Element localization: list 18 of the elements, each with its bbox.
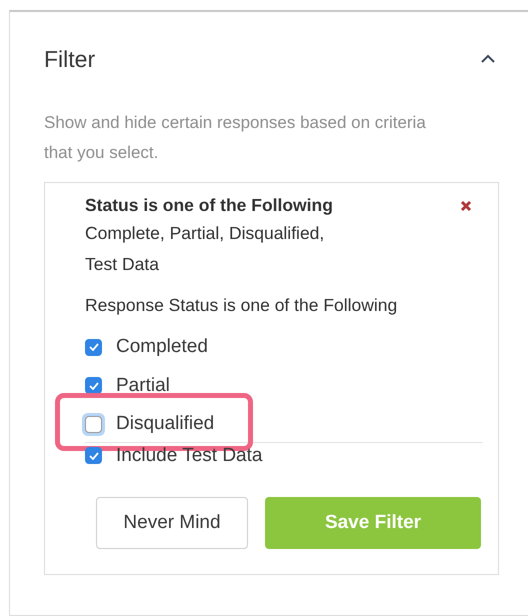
checkbox-label: Partial (116, 374, 170, 397)
checkbox-label: Completed (116, 336, 208, 358)
filter-summary: Complete, Partial, Disqualified, Test Data (85, 222, 326, 276)
checkbox[interactable] (85, 377, 102, 394)
panel-description: Show and hide certain responses based on criteria that you select. (44, 112, 427, 164)
remove-icon[interactable] (460, 200, 472, 212)
check-icon (88, 452, 98, 460)
checkbox[interactable] (85, 447, 102, 464)
panel-title: Filter (44, 46, 96, 72)
checkbox[interactable] (85, 338, 102, 356)
collapse-chevron-icon[interactable] (480, 54, 496, 64)
check-icon (88, 382, 98, 390)
filter-title: Status is one of the Following (85, 195, 333, 216)
check-icon (88, 343, 98, 352)
cancel-button[interactable]: Never Mind (96, 497, 248, 549)
question-label: Response Status is one of the Following (85, 295, 398, 316)
checkbox-label: Include Test Data (116, 444, 262, 467)
checkbox-label: Disqualified (116, 413, 214, 436)
